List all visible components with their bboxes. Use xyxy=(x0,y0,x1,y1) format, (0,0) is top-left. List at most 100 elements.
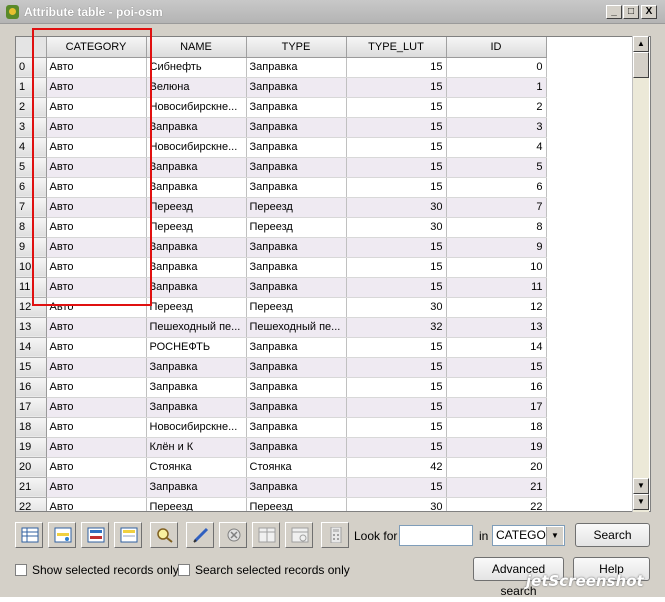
table-cell[interactable]: 19 xyxy=(446,437,547,458)
table-row[interactable]: 8 Авто Переезд Переезд 30 8 xyxy=(16,217,547,238)
move-to-top-icon[interactable] xyxy=(114,522,142,548)
table-cell[interactable]: Переезд xyxy=(246,217,347,238)
column-header-category[interactable]: CATEGORY▽ xyxy=(46,37,147,58)
table-row[interactable]: 5 Авто Заправка Заправка 15 5 xyxy=(16,157,547,178)
table-cell[interactable]: Заправка xyxy=(246,77,347,98)
table-cell[interactable]: Авто xyxy=(46,477,147,498)
table-cell[interactable]: Новосибирскне... xyxy=(146,97,247,118)
table-row[interactable]: 3 Авто Заправка Заправка 15 3 xyxy=(16,117,547,138)
table-cell[interactable]: 15 xyxy=(346,237,447,258)
look-for-input[interactable] xyxy=(399,525,473,546)
table-cell[interactable]: Авто xyxy=(46,377,147,398)
table-cell[interactable]: 11 xyxy=(446,277,547,298)
table-cell[interactable]: 30 xyxy=(346,217,447,238)
table-row[interactable]: 16 Авто Заправка Заправка 15 16 xyxy=(16,377,547,398)
table-row[interactable]: 4 Авто Новосибирскне... Заправка 15 4 xyxy=(16,137,547,158)
row-header[interactable]: 16 xyxy=(16,377,47,398)
show-selected-checkbox[interactable] xyxy=(15,564,27,576)
table-cell[interactable]: 7 xyxy=(446,197,547,218)
row-header[interactable]: 10 xyxy=(16,257,47,278)
table-cell[interactable]: 6 xyxy=(446,177,547,198)
row-header[interactable]: 17 xyxy=(16,397,47,418)
table-cell[interactable]: Заправка xyxy=(246,357,347,378)
table-cell[interactable]: Переезд xyxy=(246,297,347,318)
table-cell[interactable]: Авто xyxy=(46,317,147,338)
table-cell[interactable]: Переезд xyxy=(246,497,347,511)
table-cell[interactable]: Заправка xyxy=(246,437,347,458)
table-cell[interactable]: 0 xyxy=(446,57,547,78)
table-cell[interactable]: 15 xyxy=(346,117,447,138)
column-header-name[interactable]: NAME xyxy=(146,37,247,58)
table-cell[interactable]: Переезд xyxy=(146,297,247,318)
table-cell[interactable]: 15 xyxy=(346,417,447,438)
row-header[interactable]: 11 xyxy=(16,277,47,298)
table-cell[interactable]: 4 xyxy=(446,137,547,158)
table-cell[interactable]: Стоянка xyxy=(146,457,247,478)
table-cell[interactable]: Заправка xyxy=(246,477,347,498)
table-cell[interactable]: Заправка xyxy=(246,417,347,438)
table-cell[interactable]: Пешеходный пе... xyxy=(146,317,247,338)
column-select[interactable]: CATEGOR ▼ xyxy=(492,525,565,546)
table-cell[interactable]: 3 xyxy=(446,117,547,138)
table-row[interactable]: 22 Авто Переезд Переезд 30 22 xyxy=(16,497,547,511)
table-cell[interactable]: Переезд xyxy=(146,497,247,511)
table-cell[interactable]: Авто xyxy=(46,57,147,78)
table-cell[interactable]: Заправка xyxy=(246,117,347,138)
table-cell[interactable]: 15 xyxy=(346,397,447,418)
maximize-button[interactable]: □ xyxy=(623,5,639,19)
table-cell[interactable]: 8 xyxy=(446,217,547,238)
table-cell[interactable]: Заправка xyxy=(246,237,347,258)
table-icon[interactable] xyxy=(15,522,43,548)
table-cell[interactable]: Авто xyxy=(46,177,147,198)
row-header[interactable]: 7 xyxy=(16,197,47,218)
calculator-icon[interactable] xyxy=(321,522,349,548)
table-cell[interactable]: 12 xyxy=(446,297,547,318)
table-cell[interactable]: 5 xyxy=(446,157,547,178)
table-row[interactable]: 6 Авто Заправка Заправка 15 6 xyxy=(16,177,547,198)
table-cell[interactable]: Авто xyxy=(46,337,147,358)
table-cell[interactable]: 21 xyxy=(446,477,547,498)
row-header[interactable]: 9 xyxy=(16,237,47,258)
table-cell[interactable]: Авто xyxy=(46,117,147,138)
new-column-icon[interactable] xyxy=(252,522,280,548)
table-cell[interactable]: Заправка xyxy=(146,237,247,258)
table-cell[interactable]: Авто xyxy=(46,237,147,258)
table-cell[interactable]: Новосибирскне... xyxy=(146,417,247,438)
table-cell[interactable]: Заправка xyxy=(246,257,347,278)
table-cell[interactable]: 10 xyxy=(446,257,547,278)
table-cell[interactable]: 30 xyxy=(346,197,447,218)
table-cell[interactable]: 15 xyxy=(346,57,447,78)
row-header[interactable]: 18 xyxy=(16,417,47,438)
table-cell[interactable]: 15 xyxy=(346,277,447,298)
row-header[interactable]: 0 xyxy=(16,57,47,78)
column-header-type-lut[interactable]: TYPE_LUT xyxy=(346,37,447,58)
table-cell[interactable]: 15 xyxy=(346,337,447,358)
chevron-down-icon[interactable]: ▼ xyxy=(546,527,563,545)
row-header[interactable]: 12 xyxy=(16,297,47,318)
table-row[interactable]: 11 Авто Заправка Заправка 15 11 xyxy=(16,277,547,298)
row-header[interactable]: 3 xyxy=(16,117,47,138)
close-button[interactable]: X xyxy=(641,5,657,19)
table-cell[interactable]: 13 xyxy=(446,317,547,338)
table-cell[interactable]: 15 xyxy=(346,97,447,118)
table-cell[interactable]: Заправка xyxy=(246,277,347,298)
edit-pencil-icon[interactable] xyxy=(186,522,214,548)
table-cell[interactable]: Авто xyxy=(46,397,147,418)
table-row[interactable]: 13 Авто Пешеходный пе... Пешеходный пе... 32… xyxy=(16,317,547,338)
table-cell[interactable]: Заправка xyxy=(246,397,347,418)
scroll-down-icon-2[interactable]: ▼ xyxy=(633,494,649,510)
table-cell[interactable]: Заправка xyxy=(246,157,347,178)
table-cell[interactable]: 30 xyxy=(346,497,447,511)
table-row[interactable]: 9 Авто Заправка Заправка 15 9 xyxy=(16,237,547,258)
vertical-scrollbar[interactable]: ▲ ▼ ▼ xyxy=(632,36,649,512)
scroll-up-icon[interactable]: ▲ xyxy=(633,36,649,52)
table-cell[interactable]: Велюна xyxy=(146,77,247,98)
row-header[interactable]: 8 xyxy=(16,217,47,238)
table-row[interactable]: 18 Авто Новосибирскне... Заправка 15 18 xyxy=(16,417,547,438)
table-cell[interactable]: Заправка xyxy=(246,97,347,118)
table-row[interactable]: 15 Авто Заправка Заправка 15 15 xyxy=(16,357,547,378)
table-cell[interactable]: Авто xyxy=(46,437,147,458)
table-cell[interactable]: Авто xyxy=(46,257,147,278)
row-header[interactable]: 6 xyxy=(16,177,47,198)
table-row[interactable]: 7 Авто Переезд Переезд 30 7 xyxy=(16,197,547,218)
